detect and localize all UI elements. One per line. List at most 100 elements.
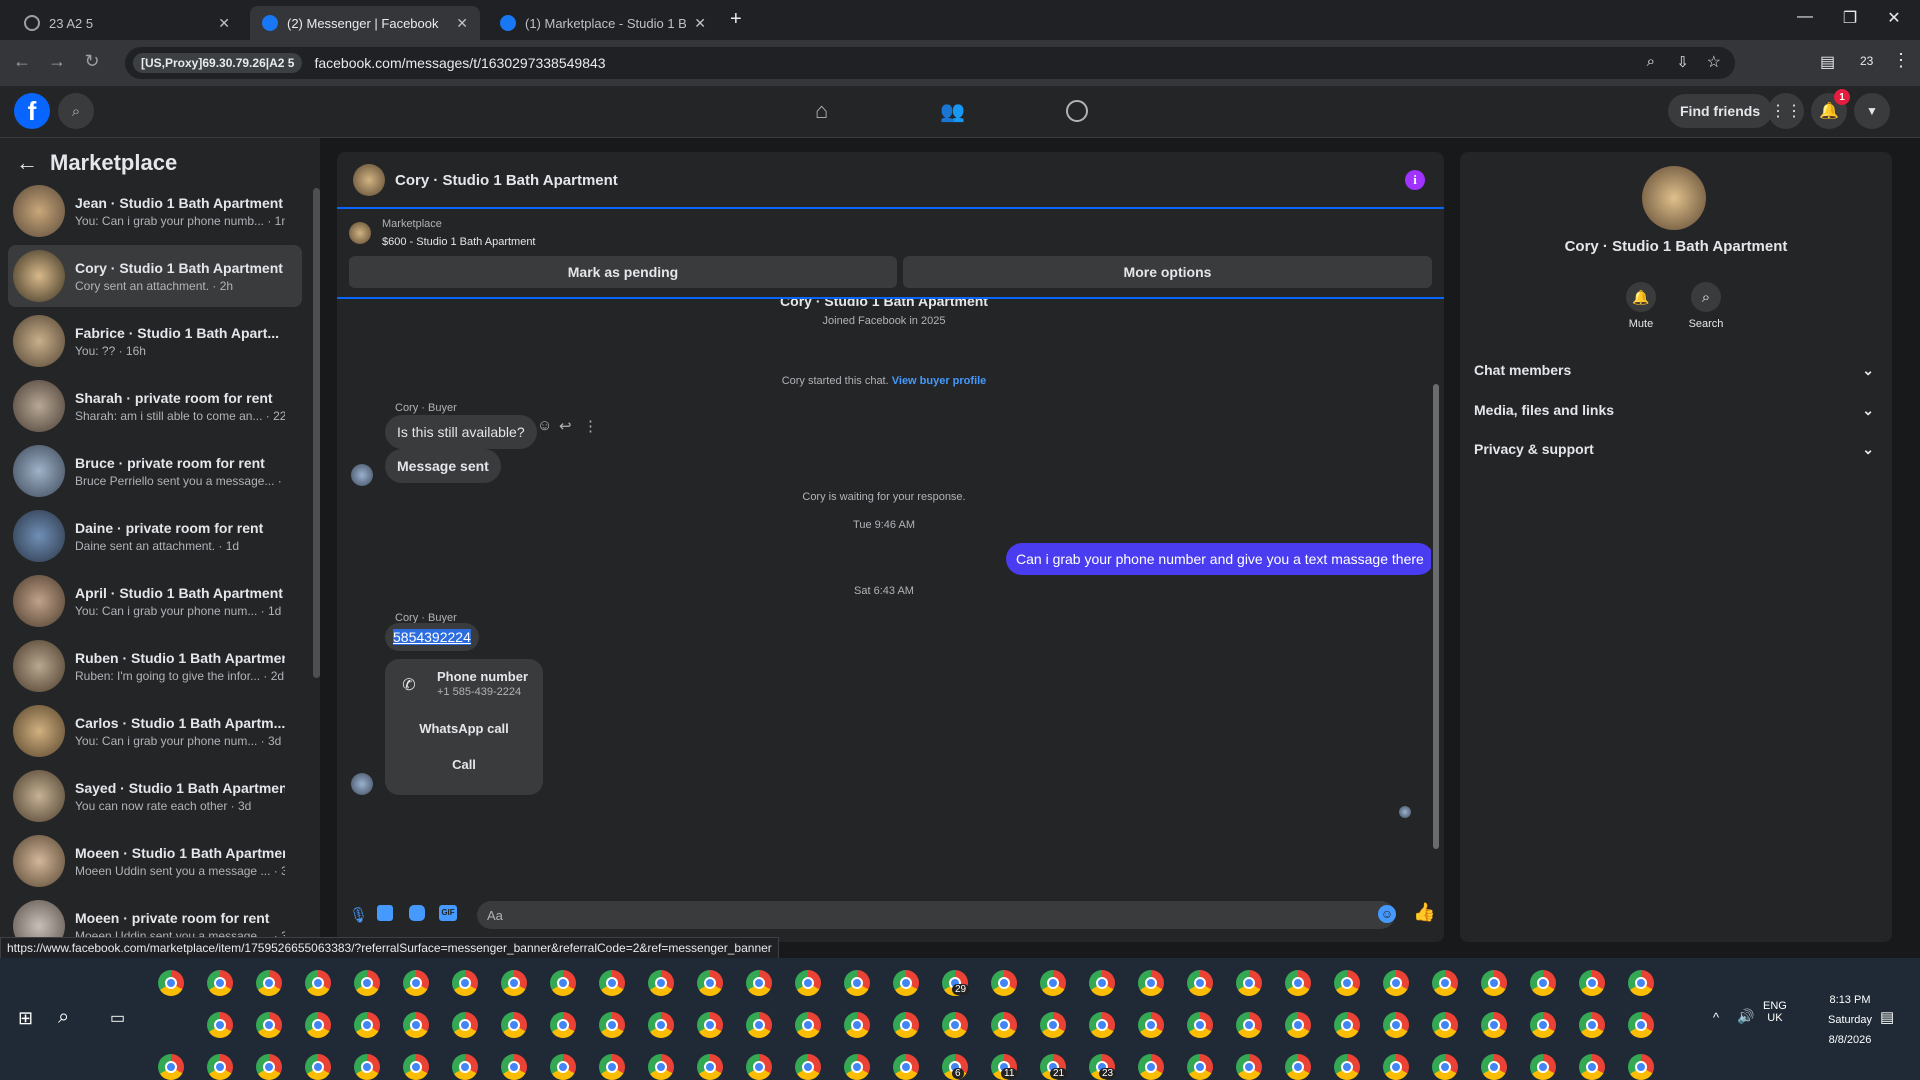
chrome-taskbar-icon[interactable] bbox=[158, 970, 184, 996]
chrome-taskbar-icon[interactable] bbox=[158, 1054, 184, 1080]
chrome-taskbar-icon[interactable] bbox=[893, 970, 919, 996]
chrome-taskbar-icon[interactable] bbox=[550, 970, 576, 996]
chat-members-section[interactable]: Chat members ⌄ bbox=[1474, 362, 1874, 379]
bookmark-star-icon[interactable]: ☆ bbox=[1707, 52, 1721, 72]
outgoing-message-bubble[interactable]: Can i grab your phone number and give yo… bbox=[1006, 543, 1431, 575]
emoji-react-icon[interactable]: ☺ bbox=[537, 417, 552, 434]
omnibox[interactable]: [US,Proxy]69.30.79.26|A2 5 facebook.com/… bbox=[125, 47, 1735, 79]
back-icon[interactable]: ← bbox=[10, 51, 34, 72]
conversation-item[interactable]: Ruben · Studio 1 Bath Apartment Ruben: I'… bbox=[8, 635, 302, 697]
menu-grid-icon[interactable]: ⋮⋮ bbox=[1768, 93, 1804, 129]
search-label[interactable]: Search bbox=[1681, 318, 1731, 330]
find-friends-button[interactable]: Find friends bbox=[1668, 94, 1773, 128]
phone-message-bubble[interactable]: 5854392224 bbox=[385, 623, 479, 651]
language-indicator[interactable]: ENG UK bbox=[1763, 1000, 1787, 1024]
chrome-taskbar-icon[interactable] bbox=[1187, 1012, 1213, 1038]
chrome-taskbar-icon[interactable] bbox=[452, 970, 478, 996]
chrome-taskbar-icon[interactable] bbox=[256, 1012, 282, 1038]
chrome-taskbar-icon[interactable] bbox=[452, 1054, 478, 1080]
url-text[interactable]: facebook.com/messages/t/1630297338549843 bbox=[314, 55, 605, 71]
chrome-taskbar-icon[interactable] bbox=[1334, 1054, 1360, 1080]
chrome-taskbar-icon[interactable] bbox=[599, 1012, 625, 1038]
side-panel-icon[interactable]: ▤ bbox=[1820, 52, 1835, 72]
chrome-taskbar-icon[interactable] bbox=[599, 970, 625, 996]
chrome-taskbar-icon[interactable] bbox=[256, 1054, 282, 1080]
chrome-taskbar-icon[interactable] bbox=[501, 970, 527, 996]
chrome-taskbar-icon[interactable] bbox=[1628, 970, 1654, 996]
tab-2[interactable]: (2) Messenger | Facebook ✕ bbox=[250, 6, 480, 40]
chrome-taskbar-icon[interactable] bbox=[1285, 970, 1311, 996]
chrome-taskbar-icon[interactable] bbox=[1530, 970, 1556, 996]
chrome-taskbar-icon[interactable] bbox=[1236, 970, 1262, 996]
avatar[interactable] bbox=[351, 464, 373, 486]
scroll-thumb[interactable] bbox=[1433, 384, 1439, 849]
task-view-icon[interactable]: ▭ bbox=[110, 1008, 125, 1028]
chrome-taskbar-icon[interactable] bbox=[403, 1054, 429, 1080]
proxy-chip[interactable]: [US,Proxy]69.30.79.26|A2 5 bbox=[133, 53, 303, 73]
chrome-taskbar-icon[interactable] bbox=[648, 1012, 674, 1038]
chat-scrollbar[interactable] bbox=[1431, 299, 1442, 879]
chrome-taskbar-icon[interactable] bbox=[1138, 1054, 1164, 1080]
conversation-item[interactable]: Carlos · Studio 1 Bath Apartm... You: Can… bbox=[8, 700, 302, 762]
chrome-taskbar-icon[interactable] bbox=[991, 1012, 1017, 1038]
chrome-taskbar-icon[interactable] bbox=[942, 1012, 968, 1038]
avatar[interactable] bbox=[353, 164, 385, 196]
chrome-taskbar-icon[interactable] bbox=[1383, 970, 1409, 996]
notification-center-icon[interactable]: ▤ bbox=[1880, 1008, 1894, 1026]
chrome-taskbar-icon[interactable] bbox=[550, 1054, 576, 1080]
chrome-taskbar-icon[interactable] bbox=[1236, 1054, 1262, 1080]
chrome-taskbar-icon[interactable] bbox=[305, 1012, 331, 1038]
windows-start-icon[interactable]: ⊞ bbox=[18, 1008, 33, 1029]
chrome-taskbar-icon[interactable] bbox=[1432, 1012, 1458, 1038]
chrome-taskbar-icon[interactable] bbox=[1138, 1012, 1164, 1038]
account-chevron-icon[interactable]: ▼ bbox=[1854, 93, 1890, 129]
home-icon[interactable]: ⌂ bbox=[815, 98, 828, 124]
conversation-item[interactable]: Sharah · private room for rent Sharah: am… bbox=[8, 375, 302, 437]
groups-icon[interactable] bbox=[1066, 100, 1088, 122]
tab-3[interactable]: (1) Marketplace - Studio 1 Bath ✕ bbox=[488, 6, 718, 40]
chrome-taskbar-icon[interactable] bbox=[1530, 1012, 1556, 1038]
whatsapp-call-button[interactable]: WhatsApp call bbox=[385, 721, 543, 736]
tab-1[interactable]: 23 A2 5 ✕ bbox=[12, 6, 242, 40]
conversation-item[interactable]: Sayed · Studio 1 Bath Apartment You can n… bbox=[8, 765, 302, 827]
gallery-icon[interactable] bbox=[377, 905, 393, 921]
conversation-item[interactable]: Jean · Studio 1 Bath Apartment You: Can i… bbox=[8, 180, 302, 242]
conversation-item[interactable]: Daine · private room for rent Daine sent … bbox=[8, 505, 302, 567]
chrome-taskbar-icon[interactable] bbox=[305, 1054, 331, 1080]
reply-icon[interactable]: ↩ bbox=[559, 417, 572, 435]
chrome-taskbar-icon[interactable] bbox=[207, 1054, 233, 1080]
friends-icon[interactable]: 👥 bbox=[940, 99, 965, 124]
chrome-taskbar-icon[interactable] bbox=[1040, 970, 1066, 996]
chrome-taskbar-icon[interactable] bbox=[844, 1054, 870, 1080]
chrome-taskbar-icon[interactable] bbox=[1236, 1012, 1262, 1038]
zoom-icon[interactable]: ⌕ bbox=[1647, 53, 1655, 70]
forward-icon[interactable]: → bbox=[45, 51, 69, 72]
mute-label[interactable]: Mute bbox=[1616, 318, 1666, 330]
avatar[interactable] bbox=[351, 773, 373, 795]
profile-count[interactable]: 23 bbox=[1860, 54, 1873, 68]
reload-icon[interactable]: ↻ bbox=[80, 51, 104, 72]
chrome-taskbar-icon[interactable] bbox=[991, 970, 1017, 996]
tray-chevron-icon[interactable]: ^ bbox=[1713, 1010, 1719, 1025]
chrome-taskbar-icon[interactable] bbox=[1579, 1054, 1605, 1080]
chrome-taskbar-icon[interactable] bbox=[1579, 1012, 1605, 1038]
chrome-taskbar-icon[interactable] bbox=[893, 1054, 919, 1080]
chrome-taskbar-icon[interactable] bbox=[550, 1012, 576, 1038]
chrome-taskbar-icon[interactable] bbox=[1334, 970, 1360, 996]
chrome-taskbar-icon[interactable] bbox=[1089, 970, 1115, 996]
chrome-taskbar-icon[interactable] bbox=[1481, 1054, 1507, 1080]
chrome-taskbar-icon[interactable] bbox=[893, 1012, 919, 1038]
chrome-taskbar-icon[interactable] bbox=[354, 1012, 380, 1038]
chrome-taskbar-icon[interactable] bbox=[1530, 1054, 1556, 1080]
conversation-item[interactable]: Moeen · Studio 1 Bath Apartment Moeen Udd… bbox=[8, 830, 302, 892]
chrome-taskbar-icon[interactable] bbox=[1579, 970, 1605, 996]
emoji-icon[interactable]: ☺ bbox=[1378, 905, 1396, 923]
facebook-logo-icon[interactable]: f bbox=[14, 93, 50, 129]
chrome-taskbar-icon[interactable] bbox=[697, 1054, 723, 1080]
chrome-taskbar-icon[interactable] bbox=[403, 1012, 429, 1038]
chrome-taskbar-icon[interactable] bbox=[1481, 1012, 1507, 1038]
avatar[interactable] bbox=[1642, 166, 1706, 230]
conversation-item[interactable]: Bruce · private room for rent Bruce Perri… bbox=[8, 440, 302, 502]
call-button[interactable]: Call bbox=[385, 757, 543, 772]
window-close-icon[interactable]: ✕ bbox=[1874, 8, 1914, 28]
